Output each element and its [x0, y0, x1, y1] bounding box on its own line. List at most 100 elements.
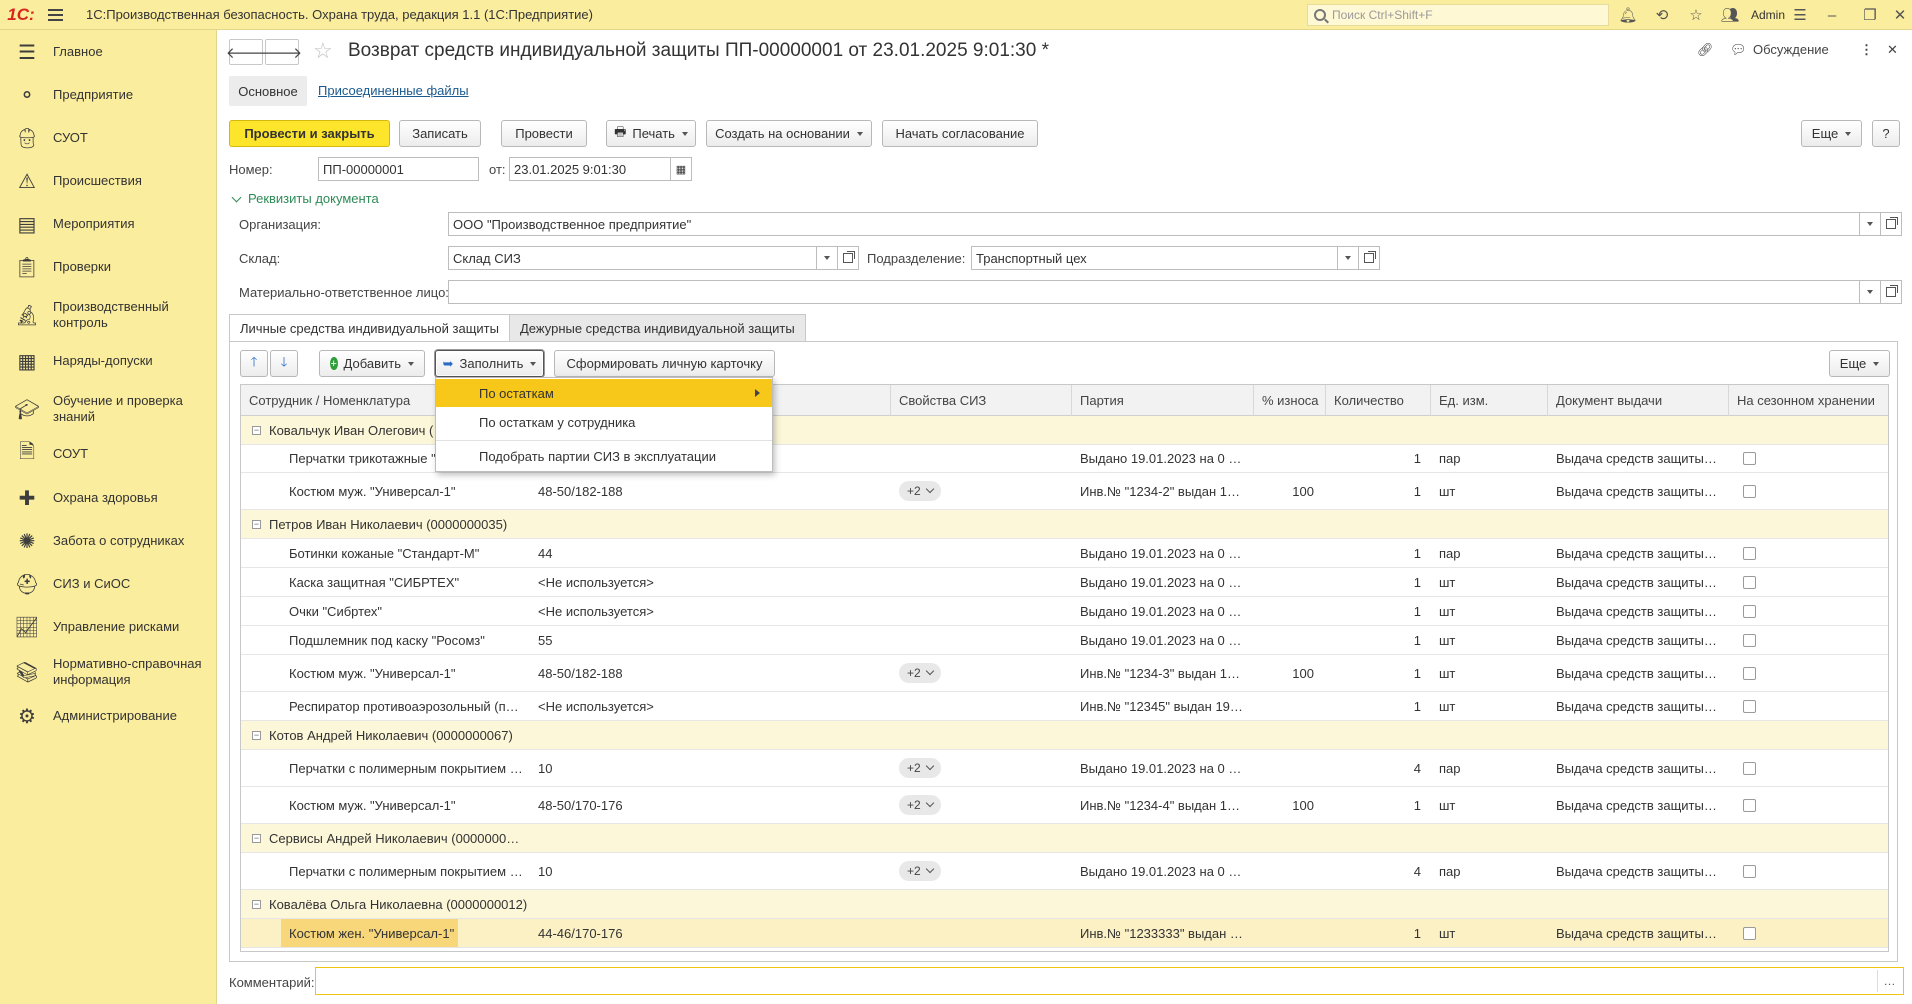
- column-header-issue-doc[interactable]: Документ выдачи: [1548, 385, 1729, 416]
- employee-group-row[interactable]: − Ковалёва Ольга Николаевна (0000000012): [241, 890, 1888, 919]
- link-icon[interactable]: 🔗︎: [1697, 42, 1714, 58]
- column-header-wear[interactable]: % износа: [1254, 385, 1326, 416]
- sidebar-item-incidents[interactable]: ⚠ Происшествия: [0, 167, 217, 195]
- settings-menu-icon[interactable]: ☰: [1791, 6, 1809, 24]
- back-button[interactable]: 🡐: [226, 39, 266, 65]
- warehouse-dropdown-button[interactable]: [816, 246, 838, 270]
- seasonal-storage-checkbox[interactable]: [1743, 864, 1756, 878]
- seasonal-storage-checkbox[interactable]: [1743, 633, 1756, 647]
- menu-item-by-balance[interactable]: По остаткам: [436, 379, 772, 407]
- warehouse-field[interactable]: Склад СИЗ: [448, 246, 817, 270]
- table-row[interactable]: Костюм муж. "Универсал-1" 48-50/170-176 Ин…: [241, 787, 1888, 824]
- org-field[interactable]: ООО "Производственное предприятие": [448, 212, 1860, 236]
- menu-item-select-batches[interactable]: Подобрать партии СИЗ в эксплуатации: [436, 442, 772, 470]
- comment-field[interactable]: [315, 967, 1904, 995]
- tab-main[interactable]: Основное: [229, 76, 307, 106]
- seasonal-storage-checkbox[interactable]: [1743, 798, 1756, 812]
- table-row[interactable]: Подшлемник под каску "Росомз" 55 Выдано 19…: [241, 626, 1888, 655]
- mol-open-button[interactable]: [1880, 280, 1902, 304]
- minimize-icon[interactable]: –: [1823, 6, 1841, 24]
- properties-pill[interactable]: +2: [899, 481, 941, 501]
- table-row[interactable]: Очки "Сибртех" <Не используется> Выдано 19…: [241, 597, 1888, 626]
- comment-expand-button[interactable]: …: [1877, 970, 1901, 992]
- table-row[interactable]: Костюм муж. "Универсал-1" 48-50/182-188 Ин…: [241, 473, 1888, 510]
- properties-pill[interactable]: +2: [899, 758, 941, 778]
- fill-button[interactable]: ➥ Заполнить: [435, 350, 544, 377]
- seasonal-storage-checkbox[interactable]: [1743, 575, 1756, 589]
- table-row[interactable]: Перчатки с полимерным покрытием … 10 Выдан…: [241, 750, 1888, 787]
- move-down-button[interactable]: 🡓: [270, 350, 298, 377]
- table-row[interactable]: Костюм муж. "Универсал-1" 48-50/182-188 Ин…: [241, 655, 1888, 692]
- column-header-seasonal[interactable]: На сезонном хранении: [1729, 385, 1888, 416]
- main-menu-icon[interactable]: [48, 0, 72, 30]
- seasonal-storage-checkbox[interactable]: [1743, 666, 1756, 680]
- collapse-group-icon[interactable]: −: [252, 425, 261, 435]
- collapse-group-icon[interactable]: −: [252, 519, 261, 529]
- sidebar-item-admin[interactable]: ⚙ Администрирование: [0, 702, 217, 730]
- discussion-icon[interactable]: 💬︎: [1730, 42, 1747, 58]
- table-row[interactable]: Каска защитная "СИБРТЕХ" <Не используется…: [241, 568, 1888, 597]
- column-header-batch[interactable]: Партия: [1072, 385, 1254, 416]
- discussion-button[interactable]: Обсуждение: [1753, 42, 1829, 57]
- employee-group-row[interactable]: − Сервисы Андрей Николаевич (0000000…: [241, 824, 1888, 853]
- favorites-icon[interactable]: ☆: [1687, 6, 1705, 24]
- sidebar-item-ppe[interactable]: ⛑︎ СИЗ и СиОС: [0, 570, 217, 598]
- details-group-toggle[interactable]: Реквизиты документа: [229, 191, 379, 206]
- close-window-icon[interactable]: ✕: [1891, 6, 1909, 24]
- move-up-button[interactable]: 🡑: [240, 350, 268, 377]
- column-header-quantity[interactable]: Количество: [1326, 385, 1431, 416]
- sidebar-item-health[interactable]: ✚ Охрана здоровья: [0, 484, 217, 512]
- close-form-icon[interactable]: ✕: [1887, 42, 1898, 58]
- employee-group-row[interactable]: − Котов Андрей Николаевич (0000000067): [241, 721, 1888, 750]
- sidebar-item-main[interactable]: ☰ Главное: [0, 38, 217, 66]
- calendar-button[interactable]: ▦: [670, 157, 692, 181]
- sidebar-item-permits[interactable]: ▦ Наряды-допуски: [0, 347, 217, 375]
- column-header-unit[interactable]: Ед. изм.: [1431, 385, 1548, 416]
- sidebar-item-production-control[interactable]: 🔬︎ Производственный контроль: [0, 297, 217, 333]
- mol-dropdown-button[interactable]: [1859, 280, 1881, 304]
- forward-button[interactable]: 🡒: [262, 39, 302, 65]
- seasonal-storage-checkbox[interactable]: [1743, 484, 1756, 498]
- mol-field[interactable]: [448, 280, 1860, 304]
- more-button[interactable]: Еще: [1801, 120, 1862, 147]
- sidebar-item-sout[interactable]: 🗎 СОУТ: [0, 440, 217, 468]
- column-header-properties[interactable]: Свойства СИЗ: [891, 385, 1072, 416]
- post-and-close-button[interactable]: Провести и закрыть: [229, 120, 390, 147]
- sidebar-item-reference[interactable]: 📚︎ Нормативно-справочная информация: [0, 654, 217, 690]
- form-personal-card-button[interactable]: Сформировать личную карточку: [554, 350, 775, 377]
- seasonal-storage-checkbox[interactable]: [1743, 452, 1756, 465]
- seasonal-storage-checkbox[interactable]: [1743, 761, 1756, 775]
- table-row[interactable]: Костюм жен. "Универсал-1" 44-46/170-176 Ин…: [241, 919, 1888, 948]
- seasonal-storage-checkbox[interactable]: [1743, 604, 1756, 618]
- table-row[interactable]: Ботинки кожаные "Стандарт-М" 44 Выдано 19.…: [241, 539, 1888, 568]
- employee-group-row[interactable]: − Петров Иван Николаевич (0000000035): [241, 510, 1888, 539]
- tab-personal-ppe[interactable]: Личные средства индивидуальной защиты: [229, 314, 510, 342]
- print-button[interactable]: 🖶 Печать: [606, 120, 696, 147]
- more-menu-icon[interactable]: ⋮: [1860, 42, 1873, 58]
- user-name[interactable]: Admin: [1751, 8, 1785, 22]
- number-field[interactable]: ПП-00000001: [318, 157, 479, 181]
- sidebar-item-suot[interactable]: 👷︎ СУОТ: [0, 124, 217, 152]
- collapse-group-icon[interactable]: −: [252, 899, 261, 909]
- add-button[interactable]: + Добавить: [319, 350, 425, 377]
- menu-item-by-employee-balance[interactable]: По остаткам у сотрудника: [436, 408, 772, 436]
- division-field[interactable]: Транспортный цех: [971, 246, 1341, 270]
- warehouse-open-button[interactable]: [837, 246, 859, 270]
- seasonal-storage-checkbox[interactable]: [1743, 699, 1756, 713]
- help-button[interactable]: ?: [1872, 120, 1900, 147]
- history-icon[interactable]: ⟲: [1653, 6, 1671, 24]
- org-dropdown-button[interactable]: [1859, 212, 1881, 236]
- tab-duty-ppe[interactable]: Дежурные средства индивидуальной защиты: [509, 314, 806, 342]
- date-field[interactable]: 23.01.2025 9:01:30: [509, 157, 671, 181]
- user-icon[interactable]: 👥︎: [1720, 6, 1739, 24]
- table-more-button[interactable]: Еще: [1829, 350, 1890, 377]
- table-row[interactable]: Перчатки с полимерным покрытием … 10 Выдан…: [241, 853, 1888, 890]
- seasonal-storage-checkbox[interactable]: [1743, 546, 1756, 560]
- properties-pill[interactable]: +2: [899, 663, 941, 683]
- sidebar-item-training[interactable]: 🎓︎ Обучение и проверка знаний: [0, 391, 217, 427]
- sidebar-item-risk[interactable]: 📈︎ Управление рисками: [0, 613, 217, 641]
- division-dropdown-button[interactable]: [1337, 246, 1359, 270]
- sidebar-item-care[interactable]: ✺ Забота о сотрудниках: [0, 527, 217, 555]
- collapse-group-icon[interactable]: −: [252, 833, 261, 843]
- division-open-button[interactable]: [1358, 246, 1380, 270]
